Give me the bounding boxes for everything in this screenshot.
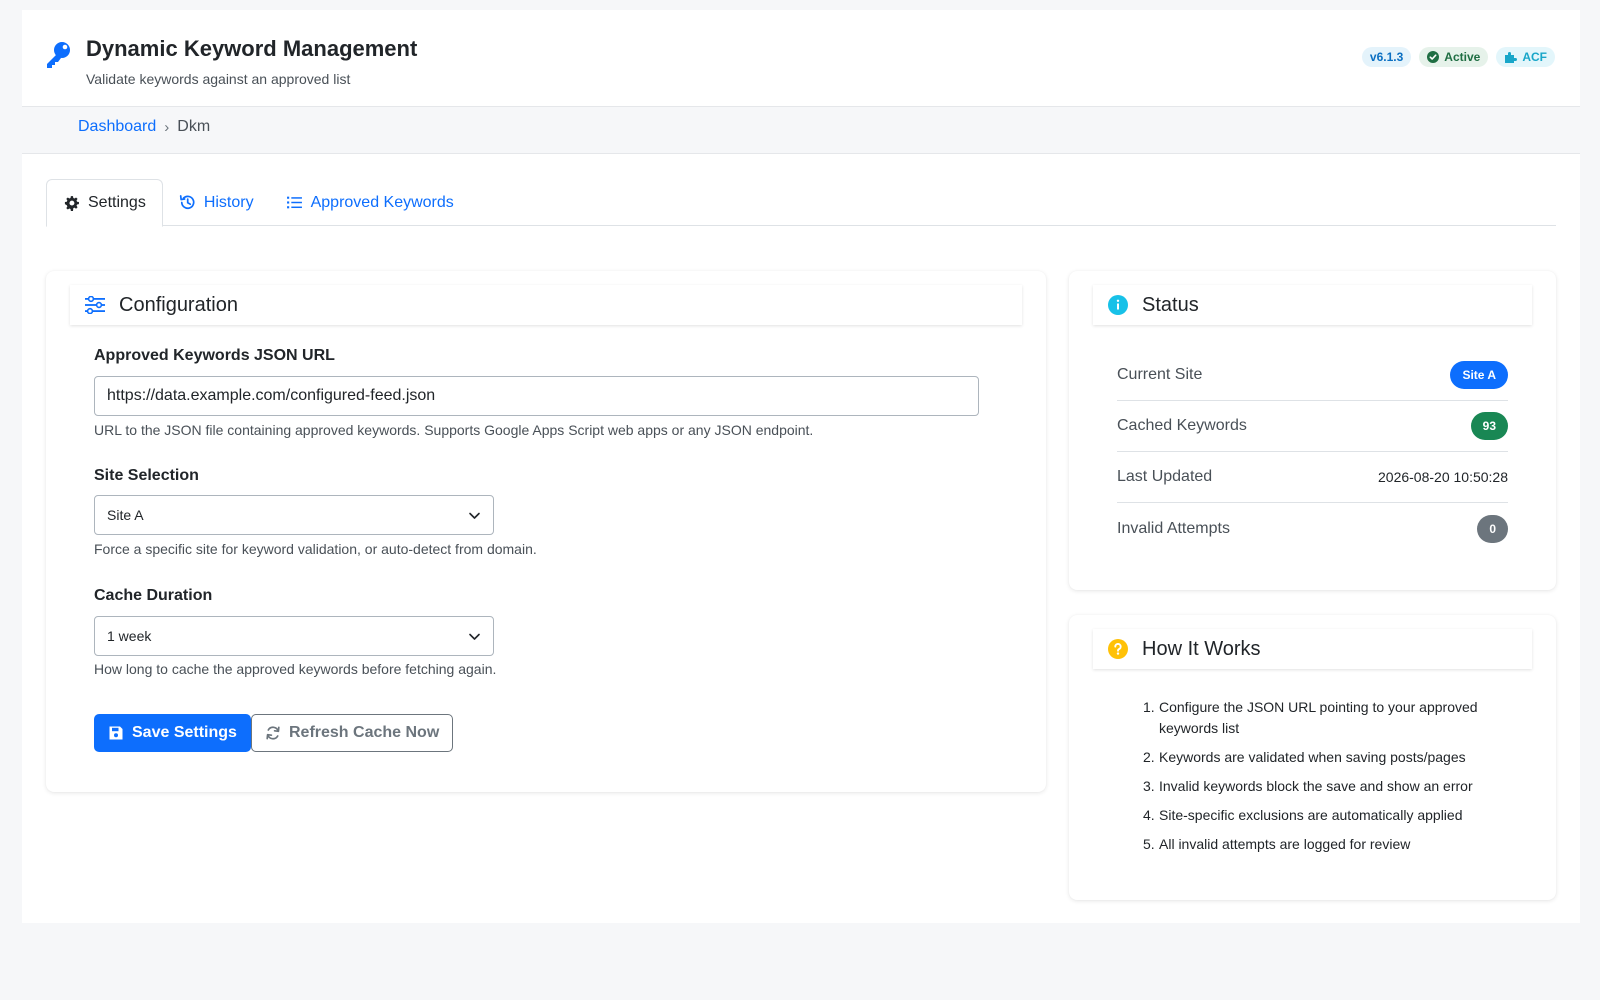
json-url-help: URL to the JSON file containing approved…	[94, 422, 814, 438]
invalid-attempts-label: Invalid Attempts	[1117, 519, 1230, 537]
configuration-card-header: Configuration	[70, 285, 1022, 325]
tab-approved-keywords[interactable]: Approved Keywords	[270, 179, 470, 226]
puzzle-icon	[1505, 51, 1518, 63]
acf-badge: ACF	[1496, 47, 1555, 67]
chevron-down-icon	[469, 633, 480, 640]
list-item: Site-specific exclusions are automatical…	[1143, 805, 1463, 826]
status-title: Status	[1142, 293, 1199, 316]
refresh-icon	[266, 726, 280, 740]
site-selection-help: Force a specific site for keyword valida…	[94, 541, 537, 557]
active-badge-label: Active	[1444, 50, 1481, 64]
status-row-last-updated: Last Updated 2026-08-20 10:50:28	[1117, 452, 1508, 503]
site-selection-label: Site Selection	[94, 467, 199, 484]
tab-history[interactable]: History	[163, 179, 270, 226]
list-icon	[286, 196, 302, 209]
cache-duration-label: Cache Duration	[94, 587, 213, 604]
breadcrumb-current: Dkm	[177, 118, 211, 135]
cache-duration-help: How long to cache the approved keywords …	[94, 661, 497, 677]
refresh-cache-button[interactable]: Refresh Cache Now	[251, 714, 454, 752]
how-it-works-title: How It Works	[1142, 637, 1261, 660]
breadcrumb: Dashboard › Dkm	[78, 118, 210, 136]
status-row-current-site: Current Site Site A	[1117, 350, 1508, 401]
chevron-down-icon	[469, 512, 480, 519]
tab-settings-label: Settings	[88, 194, 146, 211]
json-url-label: Approved Keywords JSON URL	[94, 347, 335, 364]
list-item: Invalid keywords block the save and show…	[1143, 776, 1473, 797]
status-card-header: Status	[1093, 285, 1532, 325]
active-badge: Active	[1419, 47, 1489, 67]
invalid-attempts-badge: 0	[1477, 514, 1508, 543]
status-card: Status Current Site Site A Cached Keywor…	[1069, 271, 1556, 590]
header-badges: v6.1.3 Active ACF	[1361, 47, 1555, 67]
tab-approved-keywords-label: Approved Keywords	[310, 193, 454, 211]
refresh-cache-label: Refresh Cache Now	[289, 724, 440, 741]
save-settings-button[interactable]: Save Settings	[94, 714, 251, 752]
tab-bar: Settings History Approved Keywords	[46, 179, 1556, 227]
key-icon	[47, 42, 70, 68]
tab-settings[interactable]: Settings	[46, 179, 163, 227]
last-updated-label: Last Updated	[1117, 468, 1213, 485]
list-item: Configure the JSON URL pointing to your …	[1143, 697, 1478, 736]
save-icon	[109, 726, 123, 740]
check-circle-icon	[1427, 51, 1440, 63]
how-it-works-list: Configure the JSON URL pointing to your …	[1143, 697, 1506, 863]
how-it-works-card: How It Works Configure the JSON URL poin…	[1069, 615, 1556, 900]
last-updated-value: 2026-08-20 10:50:28	[1378, 469, 1508, 485]
page-header: Dynamic Keyword Management Validate keyw…	[22, 10, 1580, 107]
cache-duration-value: 1 week	[107, 628, 152, 644]
site-selection-select[interactable]: Site A	[94, 495, 494, 535]
question-icon	[1108, 639, 1128, 659]
breadcrumb-bar: Dashboard › Dkm	[22, 107, 1580, 154]
site-selection-value: Site A	[107, 507, 144, 523]
status-row-cached-keywords: Cached Keywords 93	[1117, 401, 1508, 452]
cached-keywords-label: Cached Keywords	[1117, 417, 1247, 434]
page-title: Dynamic Keyword Management	[86, 36, 418, 61]
info-icon	[1108, 295, 1128, 315]
configuration-card: Configuration Approved Keywords JSON URL…	[46, 271, 1046, 792]
current-site-label: Current Site	[1117, 366, 1203, 383]
gear-icon	[64, 195, 79, 211]
status-list: Current Site Site A Cached Keywords 93 L…	[1117, 350, 1508, 554]
page-subtitle: Validate keywords against an approved li…	[86, 71, 351, 87]
list-item: Keywords are validated when saving posts…	[1143, 747, 1466, 768]
status-row-invalid-attempts: Invalid Attempts 0	[1117, 503, 1508, 554]
save-settings-label: Save Settings	[132, 724, 237, 741]
json-url-input[interactable]	[94, 376, 979, 416]
breadcrumb-dashboard-link[interactable]: Dashboard	[78, 118, 156, 136]
acf-badge-label: ACF	[1522, 50, 1547, 64]
configuration-title: Configuration	[119, 293, 238, 316]
breadcrumb-separator: ›	[164, 118, 170, 136]
cache-duration-select[interactable]: 1 week	[94, 616, 494, 656]
version-badge: v6.1.3	[1361, 47, 1412, 67]
cached-keywords-badge: 93	[1470, 412, 1508, 440]
history-icon	[179, 195, 195, 210]
list-item: All invalid attempts are logged for revi…	[1143, 834, 1411, 855]
current-site-badge: Site A	[1450, 361, 1508, 389]
sliders-icon	[85, 296, 105, 314]
how-it-works-card-header: How It Works	[1093, 629, 1532, 669]
tab-history-label: History	[203, 193, 254, 211]
version-badge-label: v6.1.3	[1369, 50, 1404, 64]
